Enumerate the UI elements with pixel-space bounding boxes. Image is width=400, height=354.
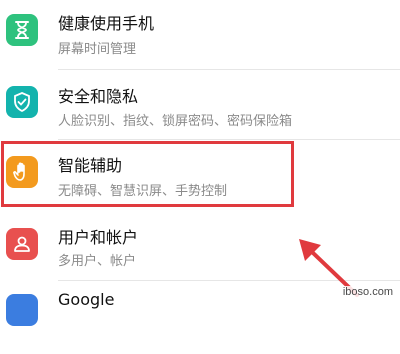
divider (58, 69, 400, 70)
item-title: 安全和隐私 (58, 87, 139, 106)
item-title: 健康使用手机 (58, 14, 155, 33)
settings-item-security-privacy[interactable]: 安全和隐私 人脸识别、指纹、锁屏密码、密码保险箱 (0, 72, 400, 142)
item-subtitle: 屏幕时间管理 (58, 42, 137, 57)
watermark: iboso.com (339, 286, 396, 298)
item-subtitle: 人脸识别、指纹、锁屏密码、密码保险箱 (58, 114, 293, 129)
item-title: 用户和帐户 (58, 228, 139, 247)
settings-screen: 健康使用手机 屏幕时间管理 安全和隐私 人脸识别、指纹、锁屏密码、密码保险箱 智… (0, 0, 400, 326)
shield-check-icon (6, 86, 38, 118)
highlight-box (1, 141, 294, 207)
person-icon (6, 228, 38, 260)
hourglass-icon (6, 14, 38, 46)
google-icon (6, 294, 38, 326)
settings-item-digital-balance[interactable]: 健康使用手机 屏幕时间管理 (0, 0, 400, 70)
divider (58, 139, 400, 140)
item-subtitle: 多用户、帐户 (58, 254, 137, 269)
